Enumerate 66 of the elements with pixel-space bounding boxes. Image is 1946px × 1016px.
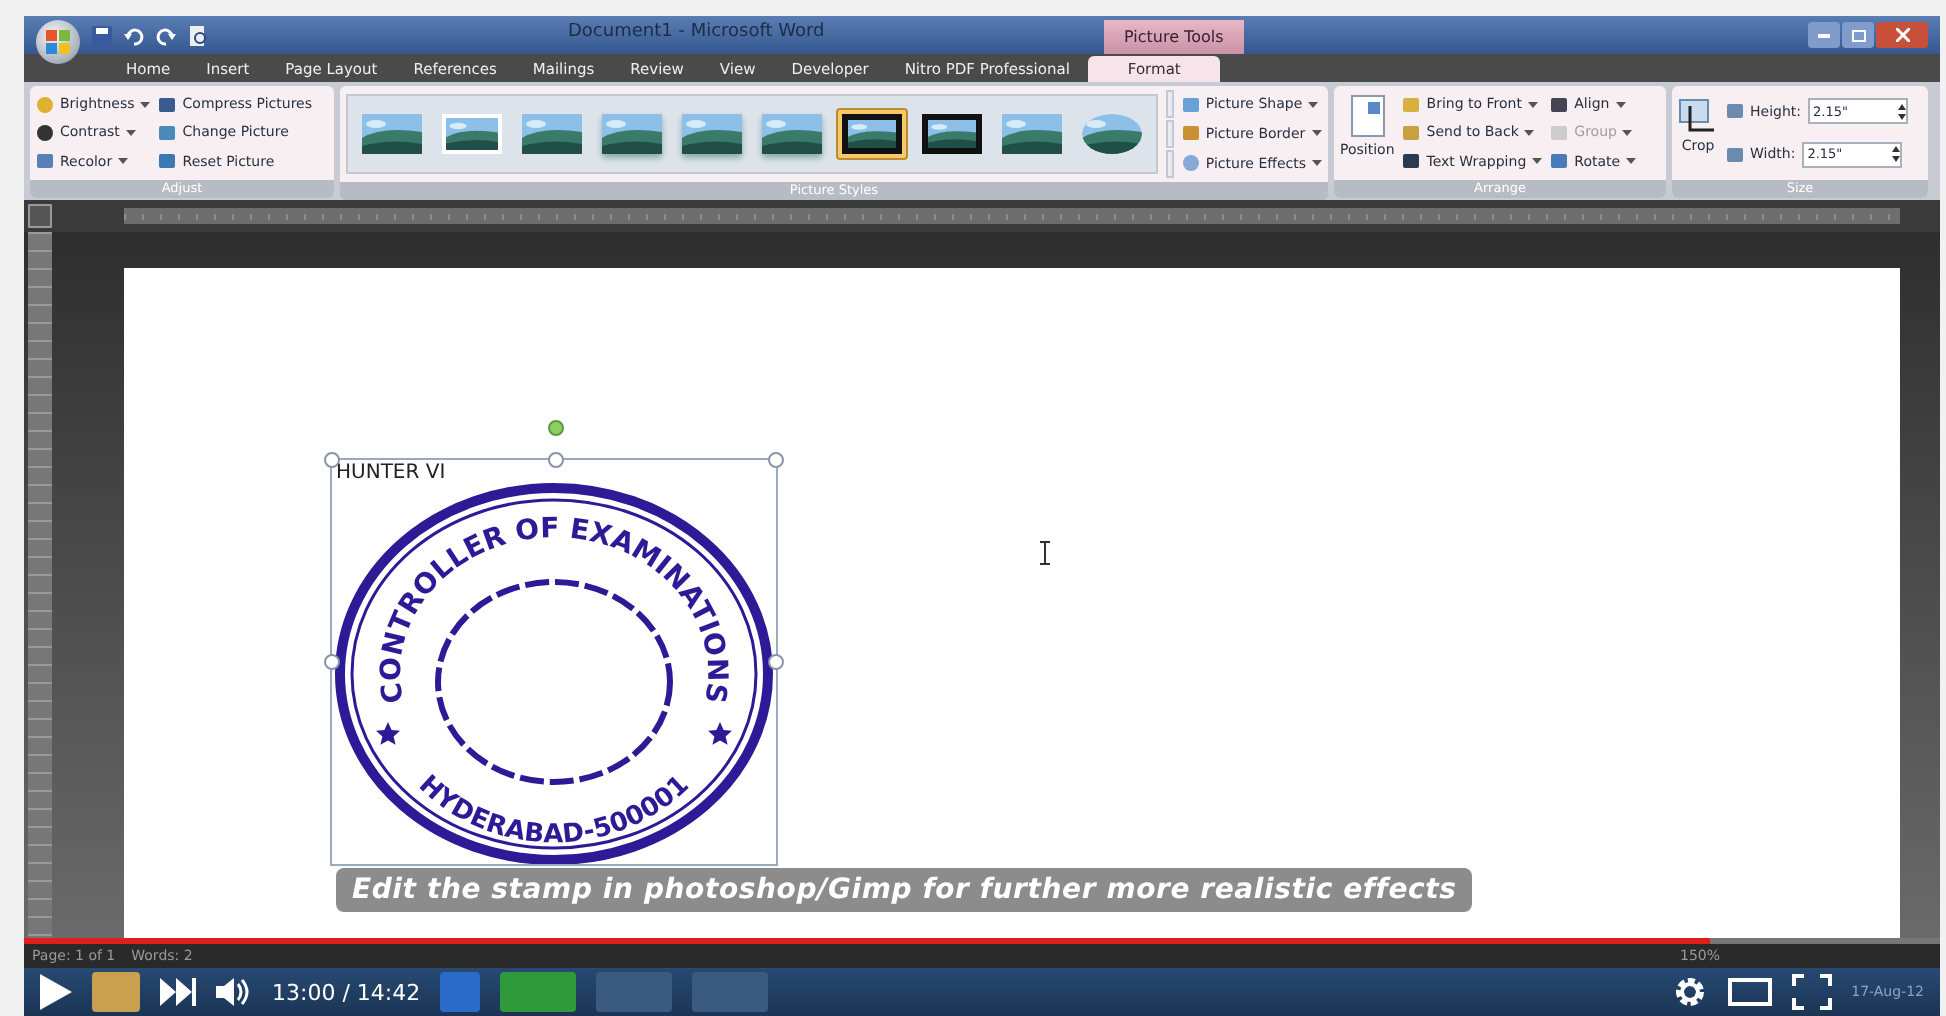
caret-icon bbox=[140, 101, 151, 108]
resize-icon bbox=[1726, 102, 1744, 121]
resize-handle[interactable] bbox=[324, 452, 340, 468]
caret-icon bbox=[1615, 101, 1626, 108]
compress-icon bbox=[158, 95, 177, 114]
volume-icon[interactable] bbox=[216, 976, 252, 1008]
minimize-icon[interactable] bbox=[1808, 22, 1840, 48]
picture-style-option[interactable] bbox=[676, 108, 748, 160]
context-tab-title: Picture Tools bbox=[1104, 20, 1244, 54]
rotate-icon bbox=[1550, 152, 1569, 171]
picture-style-option[interactable] bbox=[756, 108, 828, 160]
next-icon[interactable] bbox=[160, 978, 196, 1006]
play-icon[interactable] bbox=[40, 974, 72, 1010]
spinner-icon[interactable] bbox=[1891, 146, 1900, 163]
tab-selector[interactable] bbox=[28, 204, 52, 228]
caret-icon bbox=[1308, 101, 1319, 108]
picture-style-option[interactable] bbox=[436, 108, 508, 160]
video-subtitle: Edit the stamp in photoshop/Gimp for further more realistic effects bbox=[336, 868, 1473, 912]
recolor-icon bbox=[36, 152, 54, 171]
print-preview-icon[interactable] bbox=[188, 25, 208, 45]
office-button[interactable] bbox=[36, 19, 80, 63]
sun-icon bbox=[36, 95, 54, 114]
maximize-icon[interactable] bbox=[1842, 22, 1874, 48]
caret-icon bbox=[1532, 158, 1543, 165]
crop-icon bbox=[1678, 94, 1718, 134]
document-text: HUNTER VI bbox=[336, 462, 446, 484]
resize-handle[interactable] bbox=[768, 452, 784, 468]
caret-icon bbox=[1626, 158, 1637, 165]
caret-icon bbox=[1312, 160, 1322, 167]
theater-mode-icon[interactable] bbox=[1727, 978, 1772, 1006]
picture-style-option[interactable] bbox=[356, 108, 428, 160]
caret-icon bbox=[1622, 129, 1633, 136]
effects-icon bbox=[1181, 154, 1200, 173]
resize-handle[interactable] bbox=[548, 452, 564, 468]
close-icon[interactable] bbox=[1876, 22, 1928, 48]
shape-icon bbox=[1181, 95, 1200, 114]
redo-icon[interactable] bbox=[156, 25, 176, 45]
page-icon bbox=[1349, 94, 1386, 138]
text-cursor-icon bbox=[1038, 540, 1052, 568]
window-title: Document1 - Microsoft Word bbox=[568, 22, 825, 42]
wrap-icon bbox=[1402, 152, 1421, 171]
rotate-handle[interactable] bbox=[548, 420, 564, 436]
resize-handle[interactable] bbox=[768, 654, 784, 670]
settings-icon[interactable] bbox=[1671, 974, 1708, 1010]
picture-style-option[interactable] bbox=[916, 108, 988, 160]
picture-style-option[interactable] bbox=[516, 108, 588, 160]
caret-icon bbox=[1524, 129, 1535, 136]
logo-icon bbox=[46, 29, 70, 53]
spinner-icon[interactable] bbox=[1897, 103, 1905, 120]
group-icon bbox=[1550, 123, 1569, 142]
caret-icon bbox=[118, 158, 129, 165]
picture-style-option[interactable] bbox=[596, 108, 668, 160]
video-time: 13:00 / 14:42 bbox=[272, 979, 421, 1005]
undo-icon[interactable] bbox=[124, 25, 144, 45]
picture-style-option[interactable] bbox=[996, 108, 1068, 160]
fullscreen-icon[interactable] bbox=[1791, 974, 1832, 1010]
pen-icon bbox=[1181, 124, 1200, 143]
resize-icon bbox=[1726, 145, 1744, 164]
align-icon bbox=[1550, 95, 1569, 114]
save-icon[interactable] bbox=[92, 25, 112, 45]
caret-icon bbox=[1311, 130, 1322, 137]
caret-icon bbox=[125, 129, 136, 136]
resize-handle[interactable] bbox=[324, 654, 340, 670]
contrast-icon bbox=[36, 123, 54, 142]
picture-style-option[interactable] bbox=[836, 108, 908, 160]
caret-icon bbox=[1527, 101, 1538, 108]
